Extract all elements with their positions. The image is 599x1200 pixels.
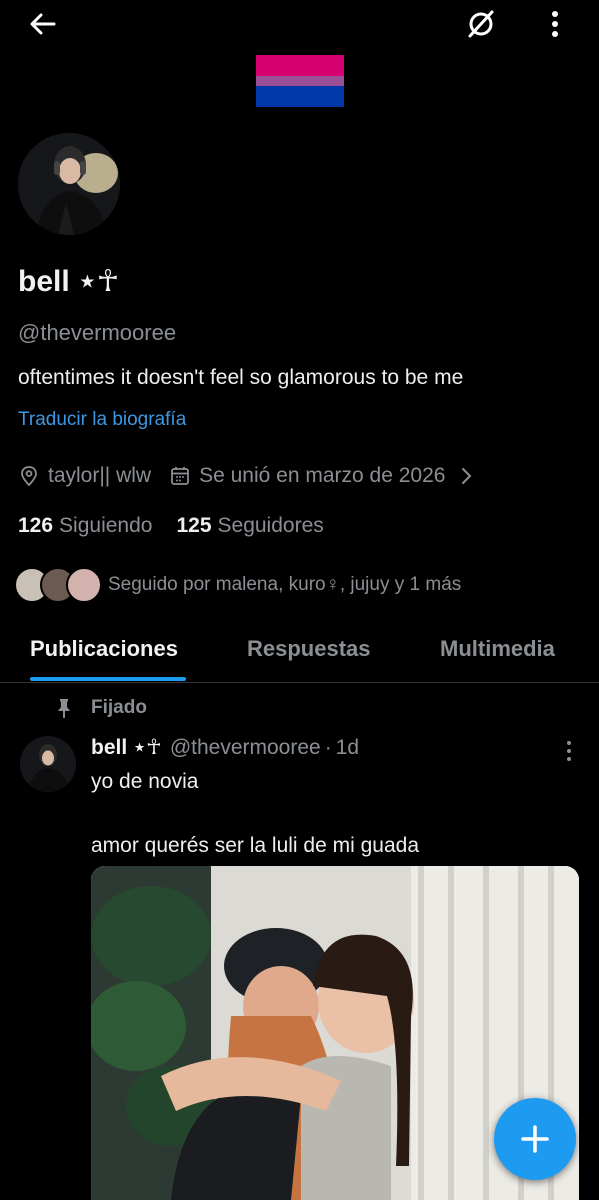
post-text: yo de novia amor querés ser la luli de m… — [91, 770, 420, 857]
display-name: bell ⋆☥ — [18, 265, 120, 298]
back-button[interactable] — [22, 6, 62, 42]
location-icon — [21, 466, 37, 487]
profile-tabs: Publicaciones Respuestas Multimedia — [0, 620, 599, 683]
post-timestamp: 1d — [335, 736, 360, 759]
active-tab-indicator — [30, 677, 186, 681]
bisexual-flag-banner — [256, 55, 344, 108]
profile-avatar[interactable] — [18, 133, 120, 235]
flag-stripe — [256, 86, 344, 97]
followers-link[interactable]: 125 Seguidores — [176, 514, 323, 538]
follower-avatar — [66, 567, 102, 603]
followed-by-row[interactable]: Seguido por malena, kuro♀, jujuy y 1 más — [14, 567, 461, 603]
compose-button[interactable] — [494, 1098, 576, 1180]
location-text: taylor|| wlw — [48, 464, 152, 487]
flag-stripe — [256, 96, 344, 108]
arrow-left-icon — [30, 13, 56, 35]
follower-avatars — [14, 567, 102, 603]
profile-bio: oftentimes it doesn't feel so glamorous … — [18, 366, 464, 389]
post-author-avatar[interactable] — [20, 736, 76, 792]
pin-icon — [58, 699, 70, 718]
more-vertical-icon — [567, 741, 571, 761]
flag-stripe — [256, 65, 344, 76]
joined-date: Se unió en marzo de 2026 — [199, 464, 446, 487]
followers-label: Seguidores — [217, 514, 324, 537]
flag-stripe — [256, 75, 344, 87]
post-more-button[interactable] — [556, 738, 582, 764]
translate-bio-link[interactable]: Traducir la biografía — [18, 409, 186, 431]
pinned-label: Fijado — [91, 697, 147, 718]
flag-stripe — [256, 55, 344, 66]
profile-handle: @thevermooree — [18, 320, 177, 345]
post-header: bell ⋆☥ @thevermooree · 1d — [91, 735, 359, 760]
post-separator: · — [324, 736, 332, 759]
post-author-name[interactable]: bell ⋆☥ — [91, 735, 162, 760]
follow-stats: 126 Siguiendo 125 Seguidores — [18, 514, 324, 538]
followed-by-text: Seguido por malena, kuro♀, jujuy y 1 más — [108, 574, 462, 595]
nostr-icon — [468, 10, 494, 38]
more-options-button[interactable] — [538, 4, 572, 44]
nostr-button[interactable] — [460, 4, 502, 44]
pinned-indicator: Fijado — [55, 697, 147, 719]
tab-multimedia[interactable]: Multimedia — [440, 636, 555, 662]
profile-meta: taylor|| wlw Se unió en marzo de 2026 — [18, 464, 473, 488]
chevron-right-icon[interactable] — [459, 467, 473, 485]
tab-respuestas[interactable]: Respuestas — [247, 636, 371, 662]
following-label: Siguiendo — [59, 514, 153, 537]
followers-count: 125 — [176, 514, 212, 537]
post-author-handle[interactable]: @thevermooree — [170, 736, 321, 760]
plus-icon — [521, 1125, 549, 1153]
tab-publicaciones[interactable]: Publicaciones — [30, 636, 178, 662]
following-link[interactable]: 126 Siguiendo — [18, 514, 152, 538]
following-count: 126 — [18, 514, 54, 537]
calendar-icon — [171, 467, 189, 485]
more-vertical-icon — [552, 11, 558, 37]
